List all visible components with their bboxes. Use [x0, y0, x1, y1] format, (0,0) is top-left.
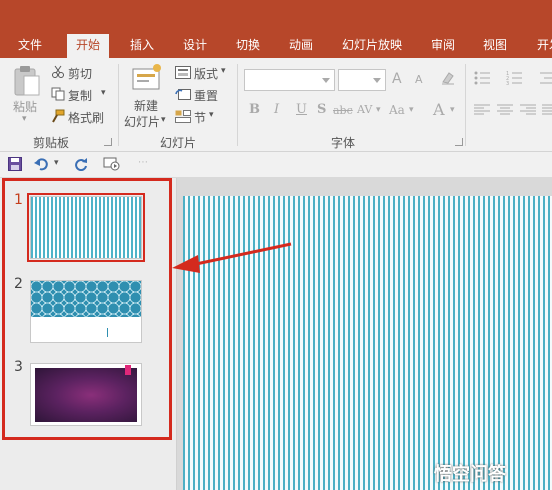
clipboard-group-label: 剪贴板 [33, 136, 70, 150]
tab-developer[interactable]: 开发 [528, 34, 552, 58]
section-dropdown-icon: ▾ [209, 110, 214, 120]
underline-button[interactable]: U [296, 102, 307, 117]
shrink-font-button[interactable]: A [415, 73, 423, 86]
clear-formatting-icon[interactable] [440, 70, 456, 86]
layout-dropdown-icon: ▾ [221, 66, 226, 76]
new-slide-dropdown-icon: ▾ [161, 115, 166, 125]
strikethrough-button[interactable]: abc [333, 104, 353, 117]
bold-button[interactable]: B [249, 102, 260, 117]
font-group-label: 字体 [331, 136, 356, 150]
watermark: 悟空问答 [434, 464, 506, 485]
slideshow-icon[interactable] [103, 157, 121, 171]
paste-dropdown-icon[interactable]: ▾ [22, 114, 27, 124]
bullets-icon[interactable] [474, 70, 494, 86]
char-spacing-dropdown-icon[interactable]: ▾ [376, 105, 381, 115]
paste-icon [14, 66, 40, 96]
new-slide-label-2: 幻灯片 [124, 115, 161, 129]
redo-icon[interactable] [74, 157, 88, 171]
new-slide-icon [132, 64, 161, 90]
copy-dropdown-icon[interactable]: ▾ [101, 88, 106, 98]
change-case-button[interactable]: Aa [389, 103, 405, 117]
align-right-icon[interactable] [520, 104, 536, 116]
quick-access-toolbar: ▾ ⋯ [0, 152, 552, 178]
scissors-icon [52, 65, 64, 78]
tab-insert[interactable]: 插入 [121, 34, 163, 58]
tab-transitions[interactable]: 切换 [227, 34, 269, 58]
current-slide-canvas[interactable] [183, 196, 552, 490]
slides-group-label: 幻灯片 [160, 136, 197, 150]
ribbon: 粘贴 ▾ 剪切 复制 ▾ 格式刷 剪贴板 新建 幻灯片 ▾ 版式 ▾ 重置 节 … [0, 58, 552, 152]
copy-icon [51, 87, 65, 101]
ribbon-separator [237, 64, 238, 146]
indent-icon[interactable] [540, 70, 552, 86]
tab-review[interactable]: 审阅 [422, 34, 464, 58]
cut-label: 剪切 [68, 67, 93, 81]
format-painter-label: 格式刷 [68, 111, 105, 125]
tab-home[interactable]: 开始 [67, 34, 110, 58]
justify-icon[interactable] [542, 104, 552, 116]
char-spacing-button[interactable]: AV [357, 103, 372, 116]
align-left-icon[interactable] [474, 104, 490, 116]
change-case-dropdown-icon[interactable]: ▾ [409, 105, 414, 115]
layout-label: 版式 [194, 67, 219, 81]
tab-slideshow[interactable]: 幻灯片放映 [333, 34, 411, 58]
title-bar: 文件 开始 插入 设计 切换 动画 幻灯片放映 审阅 视图 开发 [0, 0, 552, 58]
layout-icon [175, 66, 191, 79]
clipboard-launcher-icon[interactable] [104, 138, 112, 146]
thumbnail-pane-highlight [2, 178, 172, 440]
tab-file[interactable]: 文件 [9, 34, 51, 58]
paste-label: 粘贴 [13, 100, 38, 114]
font-color-button[interactable]: A [433, 100, 445, 119]
font-size-dropdown[interactable] [338, 69, 386, 91]
section-icon [175, 110, 191, 123]
undo-icon[interactable] [34, 157, 50, 171]
new-slide-label-1: 新建 [134, 99, 159, 113]
svg-text:3: 3 [506, 81, 509, 86]
tab-design[interactable]: 设计 [174, 34, 216, 58]
customize-qat-icon[interactable]: ⋯ [138, 157, 148, 168]
align-center-icon[interactable] [497, 104, 513, 116]
grow-font-button[interactable]: A [392, 71, 402, 87]
copy-label: 复制 [68, 89, 93, 103]
italic-button[interactable]: I [274, 102, 279, 117]
tab-view[interactable]: 视图 [474, 34, 516, 58]
font-name-dropdown[interactable] [244, 69, 335, 91]
numbering-icon[interactable]: 1 2 3 [506, 70, 526, 86]
section-label: 节 [194, 111, 207, 125]
reset-icon [175, 89, 191, 100]
undo-dropdown-icon[interactable]: ▾ [54, 158, 59, 168]
font-color-dropdown-icon[interactable]: ▾ [450, 105, 455, 115]
font-launcher-icon[interactable] [455, 138, 463, 146]
brush-icon [52, 109, 65, 123]
save-icon[interactable] [8, 157, 22, 171]
ribbon-separator [465, 64, 466, 146]
ribbon-separator [118, 64, 119, 146]
tab-animations[interactable]: 动画 [280, 34, 322, 58]
reset-label: 重置 [194, 89, 219, 103]
shadow-button[interactable]: S [317, 102, 326, 117]
